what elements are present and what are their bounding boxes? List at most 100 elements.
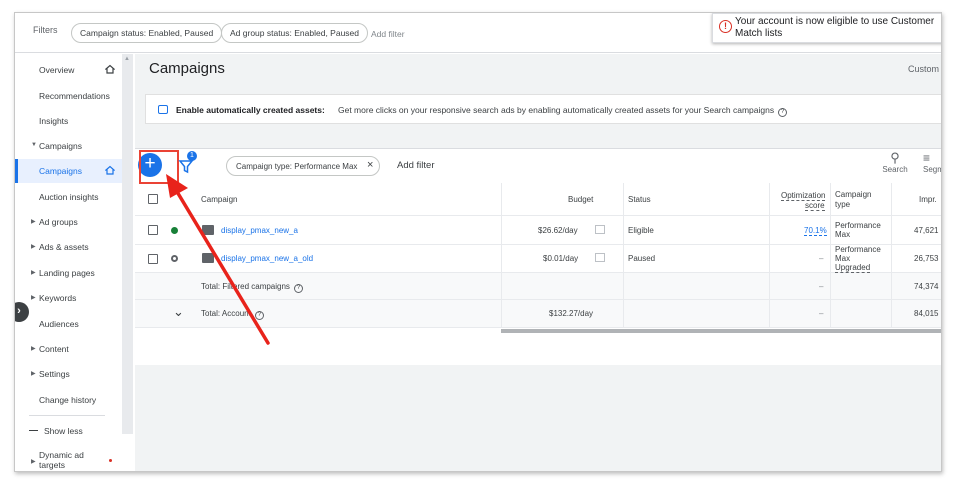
- sidebar-item-label: Content: [39, 344, 69, 354]
- column-divider: [623, 273, 624, 299]
- column-divider: [623, 245, 624, 272]
- column-divider: [830, 300, 831, 327]
- column-divider: [830, 245, 831, 272]
- alert-icon: !: [719, 20, 732, 33]
- sidebar-item-label: Dynamic ad targets: [39, 450, 84, 470]
- column-divider: [891, 300, 892, 327]
- column-divider: [501, 273, 502, 299]
- column-divider: [830, 216, 831, 244]
- total-account-row: ⌄ Total: Account? $132.27/day – 84,015 e…: [135, 300, 941, 328]
- scroll-up-icon[interactable]: ▲: [124, 56, 131, 66]
- help-icon[interactable]: ?: [778, 108, 788, 117]
- filter-bar: Filters Campaign status: Enabled, Paused…: [15, 13, 941, 53]
- sidebar-item-label: Keywords: [39, 293, 77, 303]
- caret-right-icon: ▶: [31, 244, 36, 250]
- column-divider: [891, 245, 892, 272]
- column-divider: [501, 245, 502, 272]
- select-all-checkbox[interactable]: [148, 194, 158, 204]
- sidebar-item-landing-pages[interactable]: ▶ Landing pages: [15, 261, 122, 285]
- main-content: Campaigns Custom Enable automatically cr…: [135, 54, 942, 471]
- column-divider: [501, 216, 502, 244]
- app-window: Filters Campaign status: Enabled, Paused…: [14, 12, 942, 472]
- filters-label: Filters: [33, 25, 58, 35]
- column-divider: [769, 300, 770, 327]
- sidebar-item-campaigns[interactable]: Campaigns: [15, 159, 122, 183]
- filter-count-badge: 1: [187, 151, 197, 161]
- sidebar-item-change-history[interactable]: Change history: [15, 388, 122, 412]
- sidebar-item-label: Recommendations: [39, 91, 110, 101]
- sidebar-item-ad-groups[interactable]: ▶ Ad groups: [15, 210, 122, 234]
- caret-down-icon: ▼: [31, 142, 37, 148]
- table-header-row: Campaign Budget Status Optimization scor…: [135, 183, 941, 216]
- page-title: Campaigns: [149, 60, 225, 77]
- sidebar-item-recommendations[interactable]: Recommendations: [15, 84, 122, 108]
- search-tool[interactable]: ⚲ Search: [879, 151, 911, 179]
- caret-right-icon: ▶: [31, 346, 36, 352]
- column-divider: [830, 273, 831, 299]
- sidebar-item-overview[interactable]: Overview: [15, 58, 122, 82]
- caret-right-icon: ▶: [31, 295, 36, 301]
- column-divider: [501, 300, 502, 327]
- sidebar-item-keywords[interactable]: ▶ Keywords: [15, 286, 122, 310]
- sidebar-item-audiences[interactable]: Audiences: [15, 312, 122, 336]
- sidebar-item-label: Insights: [39, 116, 69, 126]
- column-divider: [891, 183, 892, 215]
- add-filter-link[interactable]: Add filter: [371, 29, 405, 39]
- caret-right-icon: ▶: [31, 459, 36, 465]
- caret-right-icon: ▶: [31, 219, 36, 225]
- show-less-label: Show less: [44, 426, 83, 436]
- home-icon: [105, 64, 115, 74]
- filter-chip-ad-group-status[interactable]: Ad group status: Enabled, Paused: [221, 23, 369, 43]
- column-divider: [891, 216, 892, 244]
- campaign-type-chip[interactable]: Campaign type: Performance Max ×: [226, 156, 381, 176]
- sidebar-item-label: Campaigns: [39, 166, 82, 176]
- segment-icon: ≡: [923, 151, 931, 165]
- close-icon[interactable]: ×: [367, 159, 373, 171]
- notification-toast[interactable]: ! Your account is now eligible to use Cu…: [712, 13, 941, 43]
- segment-label: Segm: [923, 165, 942, 174]
- chart-icon[interactable]: [595, 253, 605, 262]
- column-divider: [769, 245, 770, 272]
- row-checkbox[interactable]: [148, 225, 158, 235]
- horizontal-scrollbar[interactable]: [501, 329, 941, 333]
- show-less-toggle[interactable]: Show less: [15, 419, 122, 443]
- sidebar-item-label: Auction insights: [39, 192, 99, 202]
- sidebar-item-content[interactable]: ▶ Content: [15, 337, 122, 361]
- help-icon[interactable]: ?: [293, 284, 303, 293]
- search-icon: ⚲: [890, 150, 900, 165]
- filter-chip-campaign-status[interactable]: Campaign status: Enabled, Paused: [71, 23, 223, 43]
- assets-banner[interactable]: Enable automatically created assets: Get…: [145, 94, 941, 124]
- chart-icon[interactable]: [595, 225, 605, 234]
- row-checkbox[interactable]: [148, 254, 158, 264]
- sidebar-item-label: Settings: [39, 369, 70, 379]
- sidebar-item-label: Audiences: [39, 319, 79, 329]
- banner-text: Get more clicks on your responsive searc…: [338, 105, 788, 117]
- sidebar-group-campaigns[interactable]: ▼ Campaigns: [15, 134, 122, 158]
- campaigns-panel: + 1 Campaign type: Performance Max × Add …: [135, 148, 942, 365]
- column-divider: [623, 216, 624, 244]
- assets-icon: [158, 105, 168, 114]
- table-row[interactable]: display_pmax_new_a_old $0.01/day Paused …: [135, 245, 941, 273]
- sidebar-item-ads-assets[interactable]: ▶ Ads & assets: [15, 235, 122, 259]
- sidebar-item-insights[interactable]: Insights: [15, 109, 122, 133]
- sidebar-scrollbar[interactable]: [122, 54, 133, 434]
- sidebar-item-label: Overview: [39, 65, 75, 75]
- caret-right-icon: ▶: [31, 371, 36, 377]
- status-dot-enabled[interactable]: [171, 227, 178, 234]
- column-divider: [769, 216, 770, 244]
- status-dot-paused[interactable]: [171, 255, 178, 262]
- sidebar-item-label: Ads & assets: [39, 242, 89, 252]
- sidebar-item-auction-insights[interactable]: Auction insights: [15, 185, 122, 209]
- sidebar-item-dynamic-ad-targets[interactable]: ▶ Dynamic ad targets: [15, 446, 122, 471]
- toast-message: Your account is now eligible to use Cust…: [735, 16, 935, 39]
- banner-heading: Enable automatically created assets:: [176, 105, 325, 115]
- help-icon[interactable]: ?: [254, 311, 264, 320]
- custom-link[interactable]: Custom: [908, 64, 939, 74]
- segment-tool[interactable]: ≡ Segm: [923, 151, 942, 174]
- sidebar-item-settings[interactable]: ▶ Settings: [15, 362, 122, 386]
- add-filter-button[interactable]: Add filter: [397, 160, 435, 171]
- table-row[interactable]: display_pmax_new_a $26.62/day Eligible 7…: [135, 216, 941, 245]
- column-divider: [891, 273, 892, 299]
- new-dot-indicator: [109, 459, 112, 462]
- image-icon: [202, 253, 214, 263]
